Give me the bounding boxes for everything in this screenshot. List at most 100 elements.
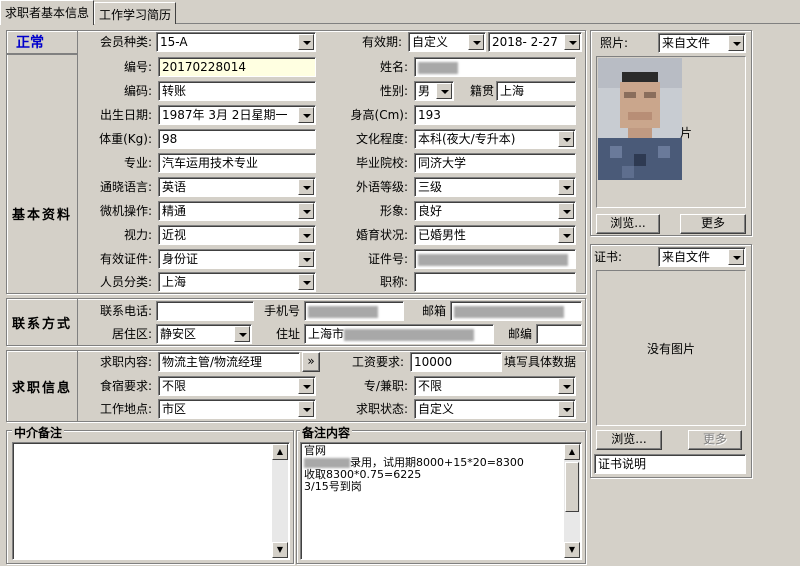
major-field[interactable]: 汽车运用技术专业 [158,153,316,173]
certificate-desc-field[interactable]: 证书说明 [594,454,746,474]
weight-label: 体重(Kg): [99,132,152,146]
id-type-select[interactable]: 身份证 [158,249,316,269]
code-field[interactable]: 转账 [158,81,316,101]
photo-source-select[interactable]: 来自文件 [658,33,746,53]
remark-title: 备注内容 [300,424,353,441]
validity-mode-select[interactable]: 自定义 [408,32,486,52]
chevron-down-icon [298,378,314,394]
job-content-more-button[interactable]: » [302,352,320,372]
height-field[interactable]: 193 [414,105,576,125]
phone-field[interactable] [156,301,254,321]
chevron-down-icon [468,34,484,50]
tab-resume[interactable]: 工作学习简历 [94,2,177,24]
remark-line-wrap: 录用，试用期8000+15*20=8300 [304,457,578,469]
chevron-down-icon [564,34,580,50]
address-field[interactable]: 上海市 [304,324,494,344]
scroll-down-icon[interactable]: ▼ [564,542,580,558]
validity-date-picker[interactable]: 2018- 2-27 [488,32,582,52]
salary-field[interactable]: 10000 [410,352,502,372]
scroll-down-icon[interactable]: ▼ [272,542,288,558]
vision-label: 视力: [123,228,152,242]
category-label: 人员分类: [99,275,152,289]
remark-textarea[interactable]: 官网 录用，试用期8000+15*20=8300 收取8300*0.75=622… [300,442,582,560]
chevron-down-icon [558,401,574,417]
chevron-down-icon [728,35,744,51]
district-select[interactable]: 静安区 [156,324,252,344]
appearance-select[interactable]: 良好 [414,201,576,221]
phone-label: 联系电话: [99,304,152,318]
chevron-down-icon [298,203,314,219]
job-state-select[interactable]: 自定义 [414,399,576,419]
chevron-down-icon [298,401,314,417]
email-field[interactable] [450,301,582,321]
contact-section-label: 联系方式 [11,317,72,332]
school-label: 毕业院校: [355,156,408,170]
scrollbar[interactable]: ▲ ▼ [564,444,580,558]
major-label: 专业: [123,156,152,170]
language-level-select[interactable]: 三级 [414,177,576,197]
school-field[interactable]: 同济大学 [414,153,576,173]
name-field[interactable] [414,57,576,77]
chevron-down-icon [558,227,574,243]
job-content-field[interactable]: 物流主管/物流经理 [158,352,300,372]
education-select[interactable]: 本科(夜大/专升本) [414,129,576,149]
id-number-label: 证件号: [367,252,408,266]
certificate-source-select[interactable]: 来自文件 [658,247,746,267]
photo-label: 照片: [600,36,629,50]
chevron-down-icon [234,326,250,342]
language-label: 通晓语言: [99,180,152,194]
redacted-text [304,458,350,468]
member-type-label: 会员种类: [99,35,152,49]
weight-field[interactable]: 98 [158,129,316,149]
language-select[interactable]: 英语 [158,177,316,197]
chevron-down-icon [298,34,314,50]
address-label: 住址 [275,327,300,341]
part-time-select[interactable]: 不限 [414,376,576,396]
marriage-select[interactable]: 已婚男性 [414,225,576,245]
email-label: 邮箱 [421,304,446,318]
native-place-field[interactable]: 上海 [496,81,576,101]
native-place-label: 籍贯 [469,84,494,98]
chevron-down-icon [728,249,744,265]
id-number-field[interactable] [414,249,576,269]
certificate-browse-button[interactable]: 浏览... [596,430,662,450]
zip-field[interactable] [536,324,582,344]
status-label: 正常 [16,35,44,51]
redacted-text [418,61,458,74]
computer-skill-label: 微机操作: [99,204,152,218]
board-select[interactable]: 不限 [158,376,316,396]
district-label: 居住区: [111,327,152,341]
photo-browse-button[interactable]: 浏览... [596,214,660,234]
tab-basic-info[interactable]: 求职者基本信息 [0,0,95,25]
chevron-down-icon [298,251,314,267]
scroll-thumb[interactable] [565,462,579,512]
computer-skill-select[interactable]: 精通 [158,201,316,221]
birth-date-picker[interactable]: 1987年 3月 2日星期一 [158,105,316,125]
id-field[interactable]: 20170228014 [158,57,316,77]
redacted-text [418,253,568,266]
gender-select[interactable]: 男 [414,81,454,101]
photo-more-button[interactable]: 更多 [680,214,746,234]
member-type-select[interactable]: 15-A [156,32,316,52]
chevron-down-icon [558,179,574,195]
vision-select[interactable]: 近视 [158,225,316,245]
scroll-up-icon[interactable]: ▲ [272,444,288,460]
scrollbar[interactable]: ▲ ▼ [272,444,288,558]
certificate-more-button[interactable]: 更多 [688,430,742,450]
basic-section-cell [6,54,78,294]
zip-label: 邮编 [507,327,532,341]
chevron-down-icon [298,107,314,123]
chevron-down-icon [558,203,574,219]
agent-note-textarea[interactable]: ▲ ▼ [12,442,290,560]
language-level-label: 外语等级: [355,180,408,194]
certificate-empty-text: 没有图片 [646,342,695,356]
id-type-label: 有效证件: [99,252,152,266]
chevron-down-icon [558,131,574,147]
work-location-select[interactable]: 市区 [158,399,316,419]
portrait-image [598,58,682,180]
job-title-field[interactable] [414,272,576,292]
scroll-up-icon[interactable]: ▲ [564,444,580,460]
category-select[interactable]: 上海 [158,272,316,292]
chevron-down-icon [558,378,574,394]
mobile-field[interactable] [304,301,404,321]
